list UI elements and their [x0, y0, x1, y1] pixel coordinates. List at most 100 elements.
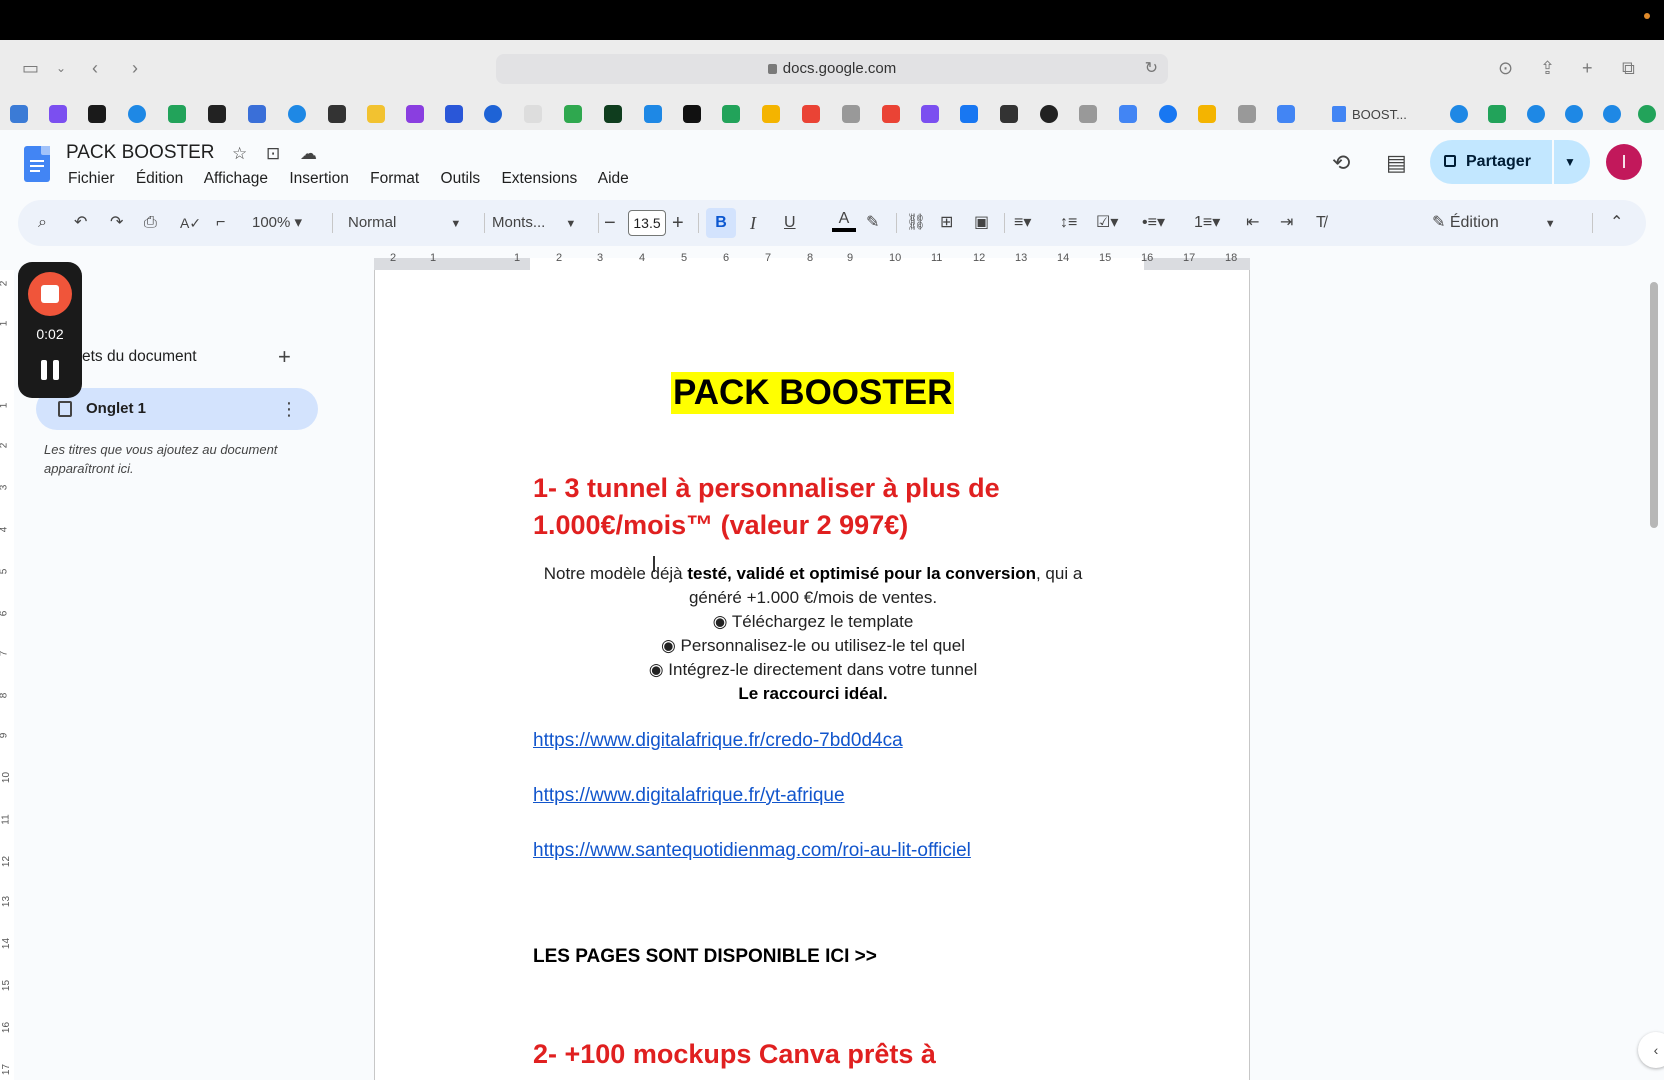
numbered-list-icon[interactable]: 1≡▾	[1194, 200, 1220, 246]
new-tab-icon[interactable]: +	[1582, 58, 1593, 78]
bookmark-icon[interactable]	[367, 105, 385, 123]
clear-format-icon[interactable]: T̸	[1316, 200, 1326, 246]
pause-icon[interactable]	[41, 360, 59, 380]
side-panel-toggle-button[interactable]: ‹	[1638, 1032, 1664, 1068]
bold-button[interactable]: B	[706, 208, 736, 238]
horizontal-ruler[interactable]: 2 1 1 2 3 4 5 6 7 8 9 10 11 12 13 14 15 …	[374, 250, 1250, 270]
bookmark-icon[interactable]	[683, 105, 701, 123]
share-button[interactable]: Partager ▼	[1430, 140, 1590, 184]
more-options-icon[interactable]: ⋮	[280, 388, 298, 430]
bookmark-icon[interactable]	[644, 105, 662, 123]
bookmark-icon[interactable]	[762, 105, 780, 123]
bookmark-icon[interactable]	[1527, 105, 1545, 123]
bookmark-icon[interactable]	[921, 105, 939, 123]
reload-icon[interactable]: ↻	[1145, 54, 1158, 84]
menu-outils[interactable]: Outils	[441, 170, 481, 187]
checklist-icon[interactable]: ☑▾	[1096, 200, 1118, 246]
bookmark-icon[interactable]	[1450, 105, 1468, 123]
align-icon[interactable]: ≡▾	[1014, 200, 1031, 246]
comments-icon[interactable]: ▤	[1386, 150, 1407, 176]
bookmark-icon[interactable]	[882, 105, 900, 123]
bookmark-icon[interactable]	[288, 105, 306, 123]
bullet-list-icon[interactable]: •≡▾	[1142, 200, 1165, 246]
font-select[interactable]: Monts... ▼	[492, 200, 576, 246]
menu-extensions[interactable]: Extensions	[501, 170, 577, 187]
bookmark-icon[interactable]	[1198, 105, 1216, 123]
vertical-ruler[interactable]: 2 1 1 2 3 4 5 6 7 8 9 10 11 12 13 14 15 …	[0, 270, 14, 1080]
indent-decrease-icon[interactable]: ⇤	[1246, 200, 1259, 246]
bookmark-icon[interactable]	[1159, 105, 1177, 123]
bookmark-icon[interactable]	[1079, 105, 1097, 123]
style-select[interactable]: Normal ▼	[348, 200, 461, 246]
menu-edition[interactable]: Édition	[136, 170, 183, 187]
avatar[interactable]: I	[1606, 144, 1642, 180]
menu-fichier[interactable]: Fichier	[68, 170, 115, 187]
bookmark-icon[interactable]	[1565, 105, 1583, 123]
paint-format-icon[interactable]: ⌐	[216, 200, 225, 246]
bookmark-icon[interactable]	[1603, 105, 1621, 123]
stop-recording-button[interactable]	[28, 272, 72, 316]
back-icon[interactable]: ‹	[92, 58, 98, 78]
link-yt-afrique[interactable]: https://www.digitalafrique.fr/yt-afrique	[533, 785, 845, 807]
history-icon[interactable]: ⟲	[1332, 150, 1350, 176]
document-title[interactable]: PACK BOOSTER	[66, 142, 215, 164]
italic-button[interactable]: I	[750, 200, 756, 246]
image-icon[interactable]: ▣	[974, 200, 989, 246]
font-size-decrease-button[interactable]: −	[604, 200, 616, 246]
bookmark-icon[interactable]	[960, 105, 978, 123]
menu-aide[interactable]: Aide	[598, 170, 629, 187]
bookmark-icon[interactable]	[722, 105, 740, 123]
sidebar-toggle-icon[interactable]: ▭	[22, 58, 39, 78]
forward-icon[interactable]: ›	[132, 58, 138, 78]
bookmark-icon[interactable]	[328, 105, 346, 123]
bookmark-icon[interactable]	[1000, 105, 1018, 123]
menu-format[interactable]: Format	[370, 170, 419, 187]
docs-logo-icon[interactable]	[24, 146, 50, 182]
link-credo[interactable]: https://www.digitalafrique.fr/credo-7bd0…	[533, 730, 903, 752]
redo-icon[interactable]: ↷	[110, 200, 123, 246]
text-color-button[interactable]: A	[832, 210, 856, 232]
link-roi-au-lit[interactable]: https://www.santequotidienmag.com/roi-au…	[533, 840, 971, 862]
mode-select[interactable]: ✎ Édition ▼	[1432, 200, 1556, 246]
indent-increase-icon[interactable]: ⇥	[1280, 200, 1293, 246]
undo-icon[interactable]: ↶	[74, 200, 87, 246]
bookmark-icon[interactable]	[842, 105, 860, 123]
add-tab-button[interactable]: +	[278, 344, 291, 370]
font-size-increase-button[interactable]: +	[672, 200, 684, 246]
bookmark-icon[interactable]	[1040, 105, 1058, 123]
menu-affichage[interactable]: Affichage	[204, 170, 268, 187]
sidebar-menu-chevron-icon[interactable]: ⌄	[56, 58, 66, 78]
bookmark-icon[interactable]	[1638, 105, 1656, 123]
bookmark-tab-boost[interactable]: BOOST...	[1332, 103, 1432, 127]
star-icon[interactable]: ☆	[232, 144, 247, 164]
bookmark-icon[interactable]	[88, 105, 106, 123]
address-bar[interactable]: docs.google.com ↻	[496, 54, 1168, 84]
move-folder-icon[interactable]: ⊡	[266, 144, 280, 164]
bookmark-icon[interactable]	[802, 105, 820, 123]
zoom-select[interactable]: 100% ▾	[252, 200, 302, 246]
spellcheck-icon[interactable]: A✓	[180, 200, 201, 246]
collapse-icon[interactable]: ⌃	[1610, 200, 1623, 246]
link-icon[interactable]: ⛓	[906, 200, 926, 246]
bookmark-icon[interactable]	[1119, 105, 1137, 123]
share-dropdown-icon[interactable]: ▼	[1564, 140, 1576, 184]
search-icon[interactable]: ⌕	[38, 200, 47, 246]
bookmark-icon[interactable]	[524, 105, 542, 123]
bookmark-icon[interactable]	[564, 105, 582, 123]
bookmark-icon[interactable]	[484, 105, 502, 123]
download-icon[interactable]: ⊙	[1498, 58, 1513, 78]
add-comment-icon[interactable]: ⊞	[940, 200, 953, 246]
share-icon[interactable]: ⇪	[1540, 58, 1555, 78]
underline-button[interactable]: U	[784, 200, 796, 246]
bookmark-icon[interactable]	[168, 105, 186, 123]
bookmark-icon[interactable]	[406, 105, 424, 123]
line-spacing-icon[interactable]: ↕≡	[1060, 200, 1077, 246]
print-icon[interactable]: ⎙	[144, 200, 157, 246]
menu-insertion[interactable]: Insertion	[289, 170, 348, 187]
cloud-saved-icon[interactable]: ☁	[300, 144, 317, 164]
bookmark-icon[interactable]	[248, 105, 266, 123]
tab-onglet-1[interactable]: Onglet 1 ⋮	[36, 388, 318, 430]
bookmark-icon[interactable]	[49, 105, 67, 123]
bookmark-icon[interactable]	[604, 105, 622, 123]
tabs-overview-icon[interactable]: ⧉	[1622, 58, 1635, 78]
